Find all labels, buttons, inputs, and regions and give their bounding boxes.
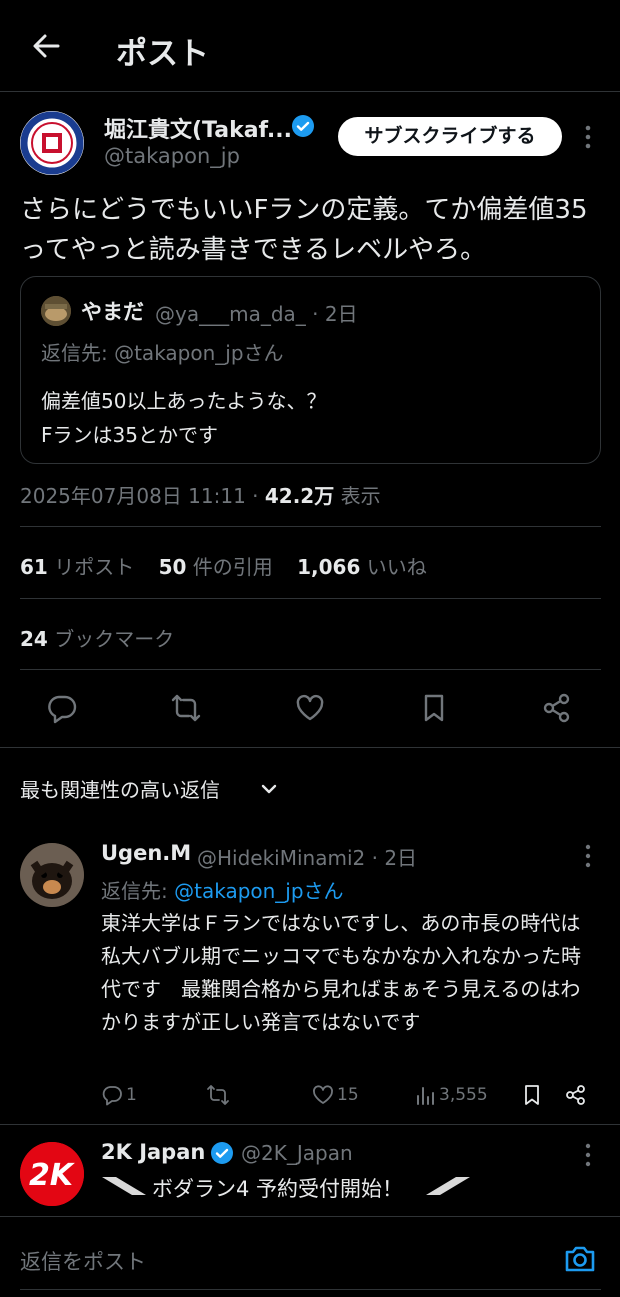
reply-likes-count: 15: [337, 1085, 359, 1105]
reposts-count: 61: [20, 555, 48, 579]
reply-bookmark-button[interactable]: [521, 1084, 543, 1108]
likes-count: 1,066: [297, 555, 361, 579]
promo-logo-text: 2K: [29, 1158, 76, 1193]
quote-text-line: Fランは35とかです: [41, 423, 218, 447]
slash-decoration-icon: [424, 1175, 472, 1197]
bookmarks-count: 24: [20, 627, 48, 651]
section-divider: [0, 747, 620, 748]
quote-author-avatar[interactable]: [41, 296, 71, 326]
reply-icon: [102, 1086, 122, 1106]
views-label: 表示: [334, 484, 381, 508]
bookmark-icon[interactable]: [418, 692, 450, 724]
subscribe-button[interactable]: サブスクライブする: [338, 117, 562, 156]
more-options-icon[interactable]: [578, 1141, 598, 1169]
reply-composer[interactable]: 返信をポスト: [0, 1216, 620, 1297]
more-options-icon[interactable]: [578, 842, 598, 870]
slash-decoration-icon: [100, 1175, 148, 1197]
reply-input[interactable]: 返信をポスト: [20, 1246, 146, 1276]
promo-author-name[interactable]: 2K Japan: [101, 1140, 205, 1164]
author-avatar[interactable]: [20, 111, 84, 175]
reply-author-handle[interactable]: @HidekiMinami2 · 2日: [197, 842, 417, 871]
views-chart-icon: [417, 1087, 434, 1105]
author-name[interactable]: 堀江貴文(Takaf...: [104, 112, 292, 144]
divider: [20, 669, 601, 670]
like-icon: [313, 1085, 333, 1104]
back-arrow-icon[interactable]: [28, 28, 64, 64]
reply-sort-label[interactable]: 最も関連性の高い返信: [20, 774, 220, 803]
more-options-icon[interactable]: [578, 122, 598, 152]
reply-to-line: 返信先: @takapon_jpさん: [101, 875, 344, 904]
reposts-label: リポスト: [54, 555, 135, 579]
post-timestamp: 2025年07月08日 11:11 · 42.2万 表示: [20, 480, 381, 509]
quote-text-line: 偏差値50以上あったような、？: [41, 389, 327, 413]
promo-author-handle[interactable]: @2K_Japan: [241, 1141, 353, 1165]
reply-views-button[interactable]: 3,555: [414, 1084, 488, 1108]
top-bar: ポスト: [0, 0, 620, 92]
divider: [20, 526, 601, 527]
reply-repost-button[interactable]: [206, 1084, 230, 1108]
section-divider: [0, 1124, 620, 1125]
share-icon: [566, 1085, 585, 1105]
verified-badge-icon: [210, 1141, 234, 1165]
reply-reply-button[interactable]: 1: [101, 1084, 137, 1108]
divider: [20, 598, 601, 599]
quotes-label: 件の引用: [192, 555, 273, 579]
reply-share-button[interactable]: [565, 1084, 587, 1108]
reply-author-avatar[interactable]: [20, 843, 84, 907]
reply-text: 東洋大学はＦランではないですし、あの市長の時代は私大バブル期でニッコマでもなかな…: [101, 911, 581, 1034]
promo-logo[interactable]: 2K: [20, 1142, 84, 1206]
like-icon[interactable]: [294, 692, 326, 724]
reply-like-button[interactable]: 15: [312, 1084, 359, 1108]
likes-label: いいね: [366, 555, 427, 579]
bookmarks-label: ブックマーク: [54, 627, 175, 651]
quote-author-handle: @ya___ma_da_ · 2日: [155, 302, 358, 326]
reply-to-mention[interactable]: @takapon_jpさん: [174, 879, 343, 903]
quoted-post[interactable]: やまだ @ya___ma_da_ · 2日 返信先: @takapon_jpさん…: [20, 276, 601, 464]
reposts-stat[interactable]: 61 リポスト: [20, 555, 134, 579]
reply-to-prefix: 返信先:: [101, 879, 175, 903]
quotes-stat[interactable]: 50 件の引用: [159, 555, 273, 579]
page-title: ポスト: [116, 36, 209, 72]
quotes-count: 50: [158, 555, 187, 579]
author-handle[interactable]: @takapon_jp: [104, 144, 240, 168]
likes-stat[interactable]: 1,066 いいね: [297, 555, 427, 579]
chevron-down-icon[interactable]: [258, 778, 280, 800]
reply-views-count: 3,555: [439, 1085, 488, 1105]
timestamp-text: 2025年07月08日 11:11 ·: [20, 484, 265, 508]
reply-icon[interactable]: [46, 692, 78, 724]
post-actions: [0, 690, 620, 730]
views-count: 42.2万: [264, 484, 335, 508]
engagement-stats: 61 リポスト 50 件の引用 1,066 いいね: [20, 551, 445, 580]
quote-author-name: やまだ: [81, 300, 144, 324]
repost-icon[interactable]: [170, 692, 202, 724]
bookmark-icon: [525, 1085, 539, 1105]
divider: [20, 1289, 601, 1290]
share-icon[interactable]: [541, 692, 573, 724]
post-text: さらにどうでもいいFランの定義。てか偏差値35ってやっと読み書きできるレベルやろ…: [20, 195, 588, 265]
promo-text: ボダラン4 予約受付開始！: [152, 1177, 404, 1201]
repost-icon: [207, 1085, 229, 1105]
reply-replies-count: 1: [126, 1085, 137, 1105]
bookmarks-stat[interactable]: 24 ブックマーク: [20, 623, 174, 652]
reply-author-name[interactable]: Ugen.M: [101, 841, 191, 865]
camera-icon[interactable]: [562, 1241, 598, 1277]
verified-badge-icon: [291, 114, 315, 138]
quote-reply-to: 返信先: @takapon_jpさん: [41, 341, 284, 365]
